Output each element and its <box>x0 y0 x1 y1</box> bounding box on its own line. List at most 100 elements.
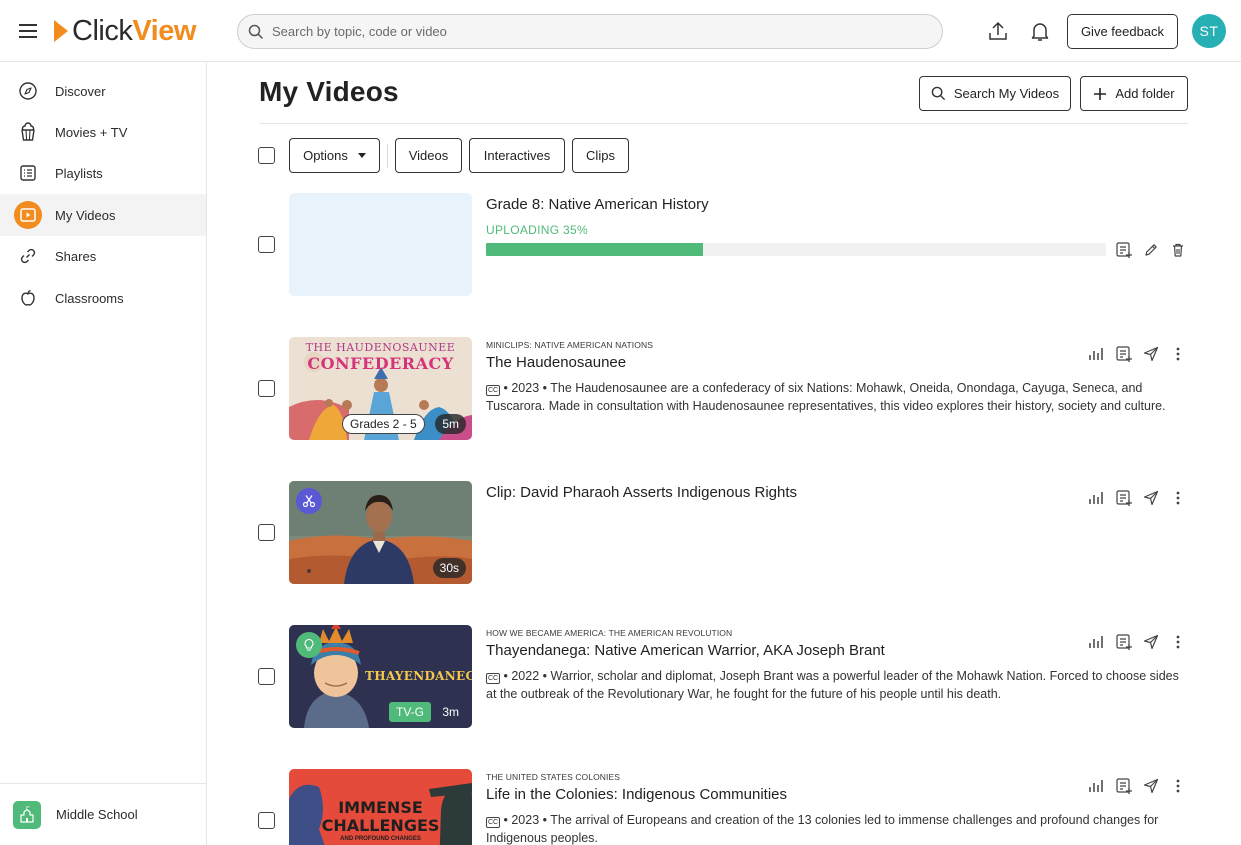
series-label: HOW WE BECAME AMERICA: THE AMERICAN REVO… <box>486 628 733 638</box>
upload-progress-fill <box>486 243 703 256</box>
add-folder-button[interactable]: Add folder <box>1080 76 1188 111</box>
description-text: The arrival of Europeans and creation of… <box>486 813 1159 845</box>
sidebar-item-playlists[interactable]: Playlists <box>0 152 206 194</box>
more-vertical-icon[interactable] <box>1168 488 1188 508</box>
school-switcher[interactable]: Middle School <box>0 783 206 845</box>
stats-icon[interactable] <box>1086 632 1106 652</box>
sidebar-item-classrooms[interactable]: Classrooms <box>0 277 206 319</box>
caret-down-icon <box>357 153 366 158</box>
video-year: 2022 <box>511 669 540 683</box>
duration-badge: 5m <box>435 414 466 434</box>
separator: • <box>503 813 508 827</box>
upload-status: UPLOADING 35% <box>486 223 588 237</box>
closed-captions-icon: CC <box>486 817 500 828</box>
series-label: THE UNITED STATES COLONIES <box>486 772 621 782</box>
row-checkbox[interactable] <box>258 380 275 397</box>
separator: • <box>542 813 548 827</box>
logo-text: ClickView <box>72 14 196 47</box>
filter-interactives-button[interactable]: Interactives <box>469 138 565 173</box>
more-vertical-icon[interactable] <box>1168 632 1188 652</box>
thumbnail-title-line2: CHALLENGES <box>321 816 440 835</box>
sidebar-item-movies-tv[interactable]: Movies + TV <box>0 111 206 153</box>
share-send-icon[interactable] <box>1141 344 1161 364</box>
thumbnail-title: THAYENDANEGA <box>365 669 472 683</box>
row-checkbox[interactable] <box>258 668 275 685</box>
video-title[interactable]: Life in the Colonies: Indigenous Communi… <box>486 786 787 803</box>
video-title[interactable]: The Haudenosaunee <box>486 354 626 371</box>
duration-badge: 30s <box>432 558 466 578</box>
sidebar-item-discover[interactable]: Discover <box>0 70 206 112</box>
options-label: Options <box>303 148 348 163</box>
header-divider <box>259 123 1188 124</box>
duration-badge: 3m <box>442 705 459 719</box>
filter-clips-button[interactable]: Clips <box>572 138 629 173</box>
video-thumbnail[interactable]: THAYENDANEGA TV-G 3m <box>289 625 472 728</box>
sidebar: Discover Movies + TV Playlists My Videos… <box>0 62 207 845</box>
select-all-checkbox[interactable] <box>258 147 275 164</box>
closed-captions-icon: CC <box>486 385 500 396</box>
video-title[interactable]: Clip: David Pharaoh Asserts Indigenous R… <box>486 484 797 501</box>
search-my-videos-label: Search My Videos <box>953 86 1060 101</box>
video-year: 2023 <box>511 381 540 395</box>
link-icon <box>16 244 40 268</box>
more-vertical-icon[interactable] <box>1168 776 1188 796</box>
global-search <box>237 14 943 49</box>
sidebar-item-label: Classrooms <box>55 290 124 306</box>
hamburger-menu-icon[interactable] <box>17 20 39 42</box>
row-checkbox[interactable] <box>258 524 275 541</box>
search-icon <box>931 86 945 101</box>
lightbulb-icon <box>296 632 322 658</box>
video-year: 2023 <box>511 813 540 827</box>
add-to-playlist-icon[interactable] <box>1114 240 1134 260</box>
school-icon <box>13 800 41 829</box>
clickview-logo[interactable]: ClickView <box>54 14 196 48</box>
upload-icon[interactable] <box>986 19 1010 43</box>
upload-progress-bar <box>486 243 1106 256</box>
edit-pencil-icon[interactable] <box>1141 240 1161 260</box>
add-folder-label: Add folder <box>1115 86 1175 101</box>
sidebar-item-my-videos[interactable]: My Videos <box>0 194 206 236</box>
video-description: CC • 2023 • The Haudenosaunee are a conf… <box>486 379 1188 415</box>
rating-badge: TV-G <box>389 702 432 722</box>
bell-icon[interactable] <box>1028 19 1052 43</box>
add-to-playlist-icon[interactable] <box>1114 776 1134 796</box>
stats-icon[interactable] <box>1086 776 1106 796</box>
sidebar-item-label: Movies + TV <box>55 124 128 140</box>
video-thumbnail[interactable]: IMMENSE CHALLENGES AND PROFOUND CHANGES <box>289 769 472 845</box>
filter-videos-button[interactable]: Videos <box>395 138 462 173</box>
add-to-playlist-icon[interactable] <box>1114 344 1134 364</box>
grades-badge: Grades 2 - 5 <box>342 414 425 434</box>
add-to-playlist-icon[interactable] <box>1114 488 1134 508</box>
video-title[interactable]: Thayendanega: Native American Warrior, A… <box>486 642 885 659</box>
video-thumbnail[interactable]: THE HAUDENOSAUNEE CONFEDERACY Grades 2 -… <box>289 337 472 440</box>
series-label: MINICLIPS: NATIVE AMERICAN NATIONS <box>486 340 653 350</box>
share-send-icon[interactable] <box>1141 488 1161 508</box>
trash-icon[interactable] <box>1168 240 1188 260</box>
stats-icon[interactable] <box>1086 344 1106 364</box>
sidebar-item-label: My Videos <box>55 207 116 223</box>
description-text: Warrior, scholar and diplomat, Joseph Br… <box>486 669 1179 701</box>
video-description: CC • 2022 • Warrior, scholar and diploma… <box>486 667 1188 703</box>
thumbnail-title-line1: THE HAUDENOSAUNEE <box>305 341 456 354</box>
top-bar: ClickView Give feedback ST <box>0 0 1241 62</box>
more-vertical-icon[interactable] <box>1168 344 1188 364</box>
thumbnail-title-line3: AND PROFOUND CHANGES <box>340 836 421 842</box>
give-feedback-button[interactable]: Give feedback <box>1067 14 1178 49</box>
row-checkbox[interactable] <box>258 812 275 829</box>
share-send-icon[interactable] <box>1141 776 1161 796</box>
search-my-videos-button[interactable]: Search My Videos <box>919 76 1071 111</box>
add-to-playlist-icon[interactable] <box>1114 632 1134 652</box>
options-dropdown[interactable]: Options <box>289 138 380 173</box>
filter-separator <box>387 144 388 168</box>
user-avatar[interactable]: ST <box>1192 14 1226 48</box>
row-checkbox[interactable] <box>258 236 275 253</box>
description-text: The Haudenosaunee are a confederacy of s… <box>486 381 1166 413</box>
school-name: Middle School <box>56 807 138 822</box>
search-input[interactable] <box>272 24 912 39</box>
separator: • <box>503 381 508 395</box>
stats-icon[interactable] <box>1086 488 1106 508</box>
plus-icon <box>1094 87 1107 100</box>
sidebar-item-shares[interactable]: Shares <box>0 235 206 277</box>
share-send-icon[interactable] <box>1141 632 1161 652</box>
video-thumbnail[interactable]: 30s <box>289 481 472 584</box>
